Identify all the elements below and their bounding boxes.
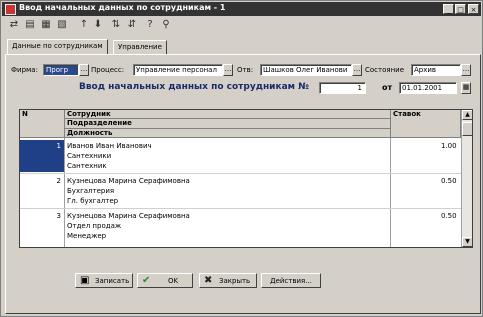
cell-position: Гл. бухгалтер bbox=[67, 197, 119, 205]
firm-select-button[interactable]: ... bbox=[79, 64, 89, 76]
firm-field[interactable]: Прогр bbox=[43, 64, 79, 76]
col-header-rate[interactable]: Ставок bbox=[391, 110, 461, 138]
move-up-icon[interactable]: ↑ bbox=[77, 18, 91, 32]
row-separator bbox=[20, 173, 461, 174]
filter-icon[interactable]: ⚲ bbox=[159, 18, 173, 32]
doc-date-field[interactable]: 01.01.2001 bbox=[399, 82, 457, 94]
process-label: Процесс: bbox=[91, 66, 125, 74]
title-bar: Ввод начальных данных по сотрудникам - 1… bbox=[2, 2, 481, 16]
new-doc-icon[interactable]: ⇄ bbox=[7, 18, 21, 32]
tab-management[interactable]: Управление bbox=[113, 40, 167, 54]
state-field[interactable]: Архив bbox=[411, 64, 461, 76]
scroll-up-icon[interactable]: ▲ bbox=[462, 110, 472, 120]
resp-select-button[interactable]: ... bbox=[352, 64, 362, 76]
ok-button[interactable]: ✔ OK bbox=[137, 273, 193, 288]
copy-doc-icon[interactable]: ▤ bbox=[23, 18, 37, 32]
cell-employee: Кузнецова Марина Серафимовна bbox=[67, 212, 190, 220]
minimize-button[interactable]: _ bbox=[443, 4, 454, 14]
toolbar: ⇄ ▤ ▦ ▧ ↑ ⬇ ⇅ ⇵ ? ⚲ bbox=[7, 18, 207, 34]
sort-asc-icon[interactable]: ⇅ bbox=[109, 18, 123, 32]
col-header-employee[interactable]: Сотрудник bbox=[65, 110, 391, 119]
scroll-thumb[interactable] bbox=[462, 122, 472, 136]
calendar-icon[interactable]: ▦ bbox=[461, 82, 471, 94]
cell-department: Сантехники bbox=[67, 152, 112, 160]
save-button[interactable]: ▣ Записать bbox=[75, 273, 133, 288]
edit-doc-icon[interactable]: ▦ bbox=[39, 18, 53, 32]
row-separator bbox=[20, 208, 461, 209]
close-x-icon: ✖ bbox=[204, 275, 213, 286]
state-select-button[interactable]: ... bbox=[461, 64, 471, 76]
maximize-button[interactable]: □ bbox=[455, 4, 466, 14]
main-window: Ввод начальных данных по сотрудникам - 1… bbox=[0, 0, 483, 317]
close-button[interactable]: ✖ Закрыть bbox=[199, 273, 257, 288]
table-row[interactable]: 1 Иванов Иван Иванович Сантехники Сантех… bbox=[20, 140, 461, 172]
cell-n: 1 bbox=[56, 142, 61, 150]
process-select-button[interactable]: ... bbox=[223, 64, 233, 76]
date-prefix: от bbox=[382, 83, 393, 92]
cell-position: Менеджер bbox=[67, 232, 107, 240]
vertical-scrollbar[interactable]: ▲ ▼ bbox=[461, 110, 472, 247]
actions-button[interactable]: Действия... bbox=[261, 273, 321, 288]
cell-rate: 0.50 bbox=[441, 212, 457, 220]
table-row[interactable]: 3 Кузнецова Марина Серафимовна Отдел про… bbox=[20, 210, 461, 242]
col-header-position[interactable]: Должность bbox=[65, 129, 391, 138]
state-label: Состояние bbox=[365, 66, 405, 74]
doc-heading: Ввод начальных данных по сотрудникам № bbox=[79, 82, 309, 92]
tab-employee-data[interactable]: Данные по сотрудникам bbox=[7, 39, 108, 54]
cell-n: 3 bbox=[56, 212, 61, 220]
move-down-icon[interactable]: ⬇ bbox=[91, 18, 105, 32]
cell-rate: 1.00 bbox=[441, 142, 457, 150]
cell-position: Сантехник bbox=[67, 162, 107, 170]
app-icon bbox=[5, 4, 16, 15]
close-window-button[interactable]: × bbox=[468, 4, 479, 14]
col-header-n[interactable]: N bbox=[20, 110, 65, 138]
table-row[interactable]: 2 Кузнецова Марина Серафимовна Бухгалтер… bbox=[20, 175, 461, 207]
resp-label: Отв: bbox=[237, 66, 254, 74]
col-header-department[interactable]: Подразделение bbox=[65, 119, 391, 129]
cell-rate: 0.50 bbox=[441, 177, 457, 185]
process-field[interactable]: Управление персонал bbox=[133, 64, 223, 76]
doc-number-field[interactable]: 1 bbox=[319, 82, 366, 94]
resp-field[interactable]: Шашков Олег Иванови bbox=[260, 64, 352, 76]
firm-label: Фирма: bbox=[11, 66, 38, 74]
floppy-icon: ▣ bbox=[80, 275, 90, 286]
cell-n: 2 bbox=[56, 177, 61, 185]
cell-department: Бухгалтерия bbox=[67, 187, 115, 195]
help-icon[interactable]: ? bbox=[143, 18, 157, 32]
delete-doc-icon[interactable]: ▧ bbox=[55, 18, 69, 32]
scroll-down-icon[interactable]: ▼ bbox=[462, 237, 472, 247]
checkmark-icon: ✔ bbox=[142, 275, 151, 286]
sort-desc-icon[interactable]: ⇵ bbox=[125, 18, 139, 32]
cell-employee: Кузнецова Марина Серафимовна bbox=[67, 177, 190, 185]
cell-employee: Иванов Иван Иванович bbox=[67, 142, 152, 150]
window-title: Ввод начальных данных по сотрудникам - 1 bbox=[19, 3, 226, 12]
employees-table[interactable]: N Сотрудник Подразделение Должность Став… bbox=[19, 109, 473, 248]
cell-department: Отдел продаж bbox=[67, 222, 122, 230]
